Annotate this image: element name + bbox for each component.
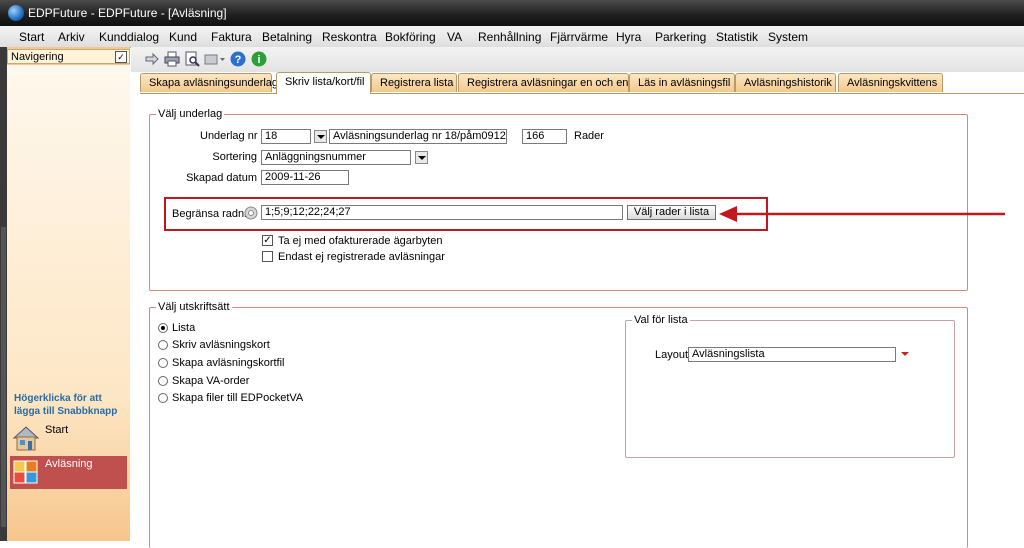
radio-skapa-va-order[interactable] xyxy=(158,376,168,386)
menu-renhallning[interactable]: Renhållning xyxy=(478,30,541,44)
ofakturerade-checkbox[interactable]: ✓ xyxy=(262,235,273,246)
radio-lista[interactable] xyxy=(158,323,168,333)
house-icon xyxy=(12,426,40,451)
forward-icon[interactable] xyxy=(144,51,160,67)
menu-kunddialog[interactable]: Kunddialog xyxy=(99,30,159,44)
svg-text:?: ? xyxy=(235,54,242,66)
tab-avlasningskvittens[interactable]: Avläsningskvittens xyxy=(838,73,943,92)
tab-avlasningshistorik[interactable]: Avläsningshistorik xyxy=(735,73,836,92)
group-valj-utskriftsatt-legend: Välj utskriftsätt xyxy=(156,301,232,313)
scrollbar-thumb[interactable] xyxy=(1,227,6,527)
group-val-for-lista: Val för lista xyxy=(625,314,955,458)
info-icon[interactable]: i xyxy=(251,51,267,67)
radio-skriv-avlasningskort[interactable] xyxy=(158,340,168,350)
skapad-datum-field: 2009-11-26 xyxy=(261,170,349,185)
layout-select[interactable]: Avläsningslista xyxy=(688,347,896,362)
skapad-datum-label: Skapad datum xyxy=(186,172,257,184)
ofakturerade-label: Ta ej med ofakturerade ägarbyten xyxy=(278,235,443,247)
tab-skapa-avlasningsunderlag[interactable]: Skapa avläsningsunderlag xyxy=(140,73,278,92)
svg-text:i: i xyxy=(257,54,260,66)
quick-button-avlasning-label: Avläsning xyxy=(45,458,93,470)
navigation-sidebar: Navigering ✓ Högerklicka för att lägga t… xyxy=(0,47,130,541)
help-icon[interactable]: ? xyxy=(230,51,246,67)
tab-content: Välj underlag Underlag nr 18 Avläsningsu… xyxy=(140,93,1024,548)
radio-skapa-va-order-label: Skapa VA-order xyxy=(172,375,250,387)
radio-skapa-avlasningskortfil-label: Skapa avläsningskortfil xyxy=(172,357,285,369)
tab-las-in-avlasningsfil[interactable]: Läs in avläsningsfil xyxy=(629,73,735,92)
menu-fjarrvarme[interactable]: Fjärrvärme xyxy=(550,30,608,44)
navigation-pin-checkbox[interactable]: ✓ xyxy=(115,51,127,63)
menu-kund[interactable]: Kund xyxy=(169,30,197,44)
tab-registrera-en-och-en[interactable]: Registrera avläsningar en och en xyxy=(458,73,629,92)
tab-bar: Skapa avläsningsunderlag Skriv lista/kor… xyxy=(131,72,1024,94)
sortering-dropdown[interactable] xyxy=(415,151,428,164)
quick-button-start-label: Start xyxy=(45,424,69,436)
gear-icon[interactable] xyxy=(244,206,258,220)
menu-start[interactable]: Start xyxy=(19,30,44,44)
menu-statistik[interactable]: Statistik xyxy=(716,30,758,44)
sortering-select[interactable]: Anläggningsnummer xyxy=(261,150,411,165)
meter-icon xyxy=(13,460,38,484)
begransa-radnr-label: Begränsa radnr xyxy=(172,208,248,220)
underlag-description-field: Avläsningsunderlag nr 18/påm091201 xyxy=(329,129,507,144)
underlag-nr-label: Underlag nr xyxy=(200,130,258,142)
menu-va[interactable]: VA xyxy=(447,30,462,44)
export-icon[interactable] xyxy=(204,51,226,67)
menu-parkering[interactable]: Parkering xyxy=(655,30,706,44)
tab-skriv-lista-kort-fil[interactable]: Skriv lista/kort/fil xyxy=(276,72,371,94)
menu-betalning[interactable]: Betalning xyxy=(262,30,312,44)
radio-edpocketva-label: Skapa filer till EDPocketVA xyxy=(172,392,304,404)
ej-registrerade-label: Endast ej registrerade avläsningar xyxy=(278,251,445,263)
underlag-nr-input[interactable]: 18 xyxy=(261,129,311,144)
print-preview-icon[interactable] xyxy=(184,51,200,67)
navigation-header: Navigering ✓ xyxy=(7,49,130,64)
valj-rader-button[interactable]: Välj rader i lista xyxy=(627,205,716,220)
toolbar: ? i xyxy=(131,47,1024,72)
app-icon xyxy=(8,5,24,21)
group-val-for-lista-legend: Val för lista xyxy=(632,314,690,326)
menu-system[interactable]: System xyxy=(768,30,808,44)
rows-label: Rader xyxy=(574,130,604,142)
radio-skriv-avlasningskort-label: Skriv avläsningskort xyxy=(172,339,270,351)
radio-edpocketva[interactable] xyxy=(158,393,168,403)
layout-dropdown[interactable] xyxy=(899,348,912,361)
title-bar: EDPFuture - EDPFuture - [Avläsning] xyxy=(0,0,1024,26)
annotation-arrow xyxy=(719,206,1005,222)
menu-faktura[interactable]: Faktura xyxy=(211,30,252,44)
quick-button-avlasning[interactable]: Avläsning xyxy=(10,456,127,489)
menu-bokforing[interactable]: Bokföring xyxy=(385,30,436,44)
radio-lista-label: Lista xyxy=(172,322,196,334)
navigation-title: Navigering xyxy=(11,51,64,63)
radio-skapa-avlasningskortfil[interactable] xyxy=(158,358,168,368)
print-icon[interactable] xyxy=(164,51,180,67)
begransa-radnr-input[interactable]: 1;5;9;12;22;24;27 xyxy=(261,205,623,220)
menu-reskontra[interactable]: Reskontra xyxy=(322,30,377,44)
sidebar-scrollbar[interactable] xyxy=(0,47,7,541)
menu-hyra[interactable]: Hyra xyxy=(616,30,641,44)
underlag-nr-dropdown[interactable] xyxy=(314,130,327,143)
quickbutton-hint: Högerklicka för att lägga till Snabbknap… xyxy=(14,393,118,417)
rows-count-field: 166 xyxy=(522,129,567,144)
quick-button-start[interactable]: Start xyxy=(10,422,127,455)
tab-registrera-lista[interactable]: Registrera lista xyxy=(371,73,457,92)
window-title: EDPFuture - EDPFuture - [Avläsning] xyxy=(28,6,227,20)
sortering-label: Sortering xyxy=(212,151,257,163)
menu-arkiv[interactable]: Arkiv xyxy=(58,30,85,44)
layout-label: Layout xyxy=(655,349,689,361)
menu-bar: Start Arkiv Kunddialog Kund Faktura Beta… xyxy=(0,26,1024,48)
ej-registrerade-checkbox[interactable] xyxy=(262,251,273,262)
group-valj-underlag-legend: Välj underlag xyxy=(156,108,225,120)
